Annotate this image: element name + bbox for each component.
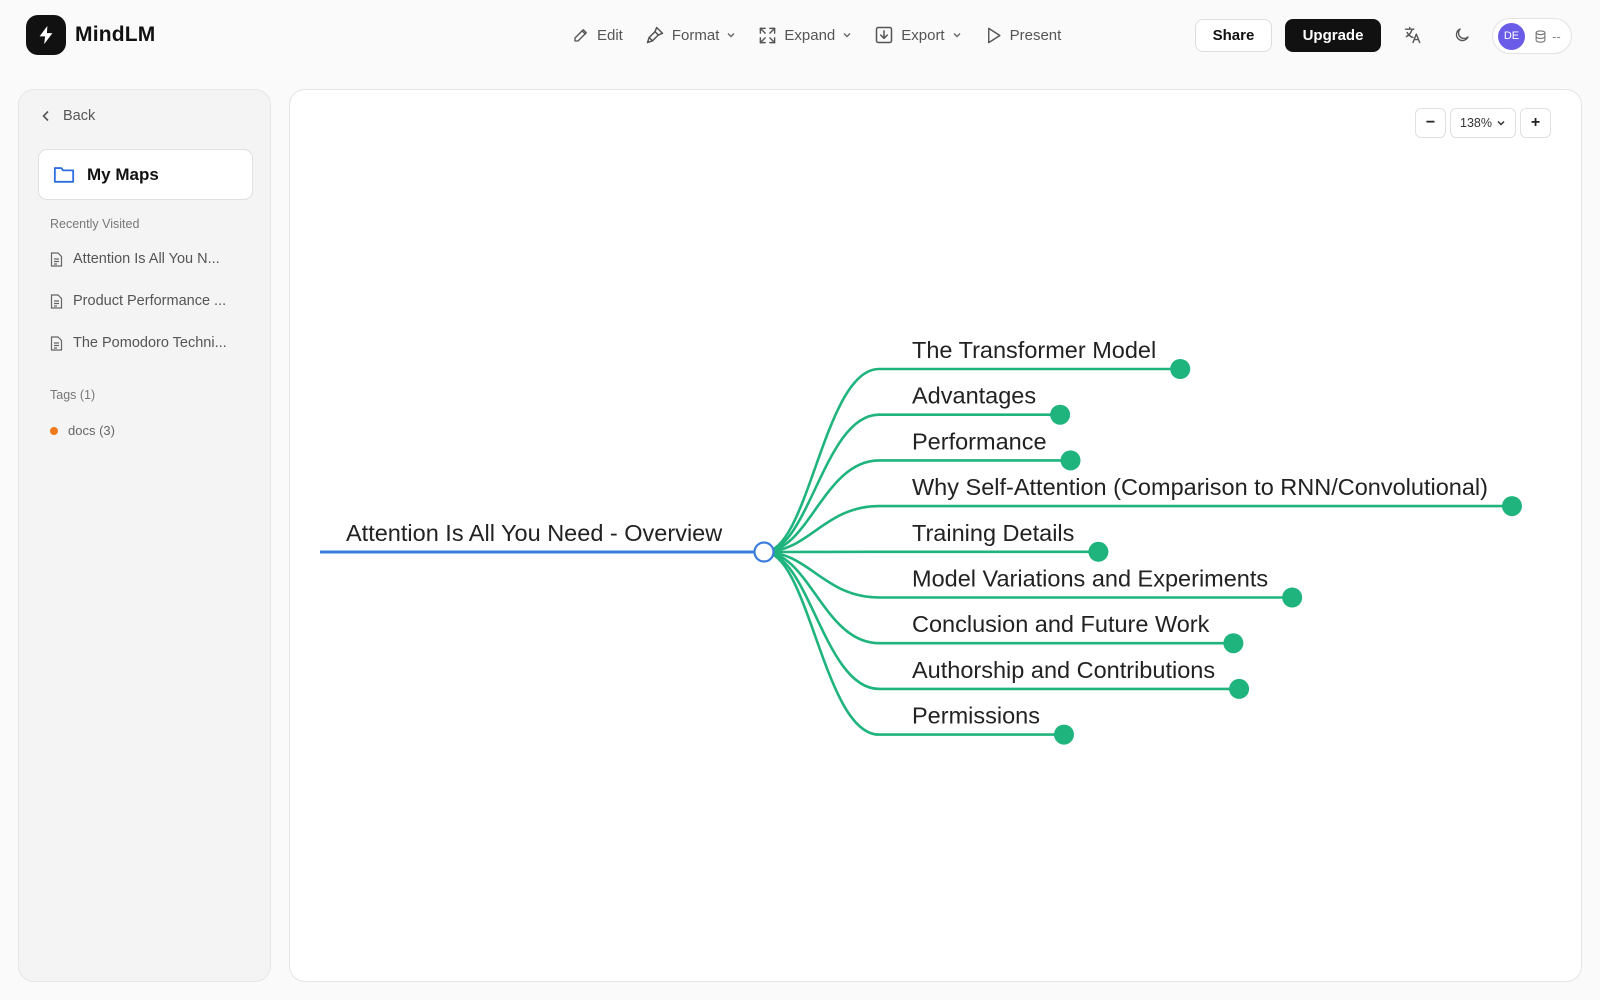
credits: -- [1533,29,1561,44]
zoom-level-value: 138% [1460,116,1492,130]
tag-dot [50,426,58,435]
upgrade-button[interactable]: Upgrade [1285,19,1381,52]
zoom-controls: − 138% + [1415,108,1551,138]
mindmap-canvas[interactable] [289,89,1582,982]
expand-button[interactable]: Expand [758,26,852,45]
recent-item-label: Attention Is All You N... [73,251,220,267]
back-button[interactable]: Back [41,108,95,124]
format-button[interactable]: Format [645,25,737,45]
editor-toolbar: Edit Format Expand Export Present [572,22,1083,48]
chevron-down-icon [1497,120,1505,126]
folder-icon [53,167,75,183]
tag-item[interactable]: docs (3) [50,423,115,438]
zoom-level-select[interactable]: 138% [1450,108,1516,138]
moon-icon[interactable] [1449,22,1475,48]
edit-label: Edit [597,26,623,44]
sidebar: Back My Maps Recently Visited Attention … [18,89,271,982]
download-icon [876,26,893,44]
chevron-down-icon [727,33,735,38]
recently-visited-label: Recently Visited [50,217,140,231]
recent-item[interactable]: Attention Is All You N... [50,251,220,267]
tag-label: docs (3) [68,423,115,438]
recent-item-label: Product Performance ... [73,293,227,309]
my-maps-button[interactable]: My Maps [38,149,253,200]
chevron-down-icon [953,33,961,38]
chevron-down-icon [843,33,851,38]
credits-value: -- [1552,28,1561,44]
paintbrush-icon [646,26,664,44]
format-label: Format [671,26,720,44]
avatar: DE [1498,22,1525,50]
present-button[interactable]: Present [984,26,1062,45]
user-menu[interactable]: DE -- [1492,18,1572,54]
document-icon [50,293,63,309]
recent-item-label: The Pomodoro Techni... [73,335,227,351]
edit-button[interactable]: Edit [572,26,623,44]
chevron-left-icon [42,110,49,122]
pencil-icon [574,29,587,42]
present-label: Present [1009,26,1062,44]
expand-label: Expand [784,26,836,44]
document-icon [50,251,63,267]
app-logo[interactable]: MindLM [26,15,156,55]
zoom-out-button[interactable]: − [1415,108,1446,138]
document-icon [50,335,63,351]
zoom-in-button[interactable]: + [1519,108,1551,138]
translate-icon[interactable] [1400,22,1426,48]
database-icon [1535,29,1546,43]
export-button[interactable]: Export [874,25,961,45]
expand-icon [760,27,776,43]
recent-item[interactable]: Product Performance ... [50,293,226,309]
export-label: Export [901,26,945,44]
lightning-icon [26,15,66,55]
recent-item[interactable]: The Pomodoro Techni... [50,335,227,351]
play-icon [987,27,1001,43]
top-bar: MindLM Edit Format Expand Export Present… [0,0,1600,70]
share-button[interactable]: Share [1195,19,1272,52]
tags-label: Tags (1) [50,388,96,402]
app-name: MindLM [75,23,156,46]
back-label: Back [63,108,96,124]
my-maps-label: My Maps [87,164,159,184]
